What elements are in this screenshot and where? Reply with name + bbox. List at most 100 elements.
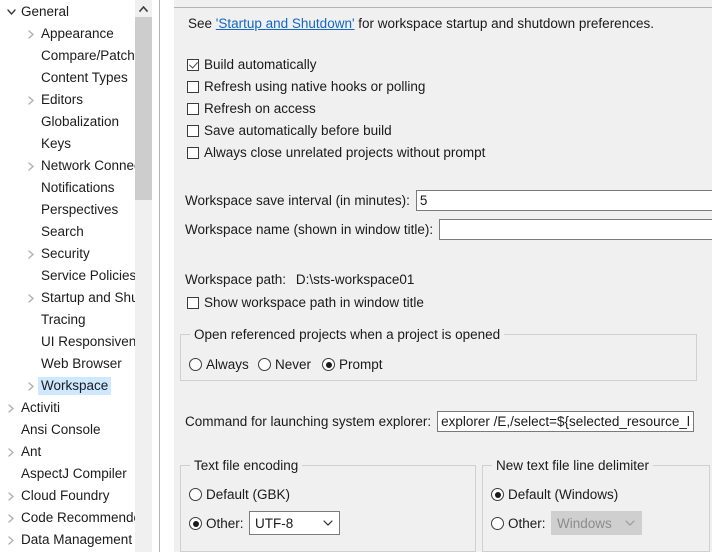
workspace-save-interval-row: Workspace save interval (in minutes): [185,190,712,211]
radio-circle[interactable] [189,488,202,501]
workspace-name-label: Workspace name (shown in window title): [185,222,434,237]
tree-item-label: Keys [41,136,72,151]
tree-item-aspectj-compiler[interactable]: AspectJ Compiler [0,463,152,485]
explorer-command-input[interactable] [437,411,695,432]
workspace-name-input[interactable] [439,219,712,240]
scrollbar-up-arrow-icon[interactable] [135,0,152,17]
tree-item-label: Editors [41,92,84,107]
tree-item-label: Globalization [41,114,120,129]
tree-vertical-scrollbar[interactable] [135,0,152,552]
radio-label: Always [206,357,249,372]
radio-circle[interactable] [189,358,202,371]
panel-divider[interactable] [152,0,174,552]
tree-item-label: Notifications [41,180,115,195]
checkbox-show-workspace-path[interactable]: Show workspace path in window title [187,295,424,310]
preferences-dialog: General Appearance Compare/Patch Content Ty… [0,0,712,552]
tree-item-security[interactable]: Security [0,243,152,265]
line-delimiter-group: New text file line delimiter Default (Wi… [482,458,710,552]
tree-item-general[interactable]: General [0,1,152,23]
tree-item-label: Data Management [21,532,133,547]
tree-item-perspectives[interactable]: Perspectives [0,199,152,221]
tree-item-keys[interactable]: Keys [0,133,152,155]
checkbox-build-automatically[interactable]: Build automatically [187,57,317,72]
chevron-right-icon[interactable] [4,447,18,457]
tree-item-activiti[interactable]: Activiti [0,397,152,419]
chevron-right-icon[interactable] [24,293,38,303]
checkbox-box[interactable] [187,296,199,309]
workspace-save-interval-input[interactable] [415,190,712,211]
radio-circle[interactable] [258,358,271,371]
explorer-command-label: Command for launching system explorer: [185,414,432,429]
checkbox-box[interactable] [187,80,199,93]
encoding-combo[interactable]: UTF-8 [249,511,340,535]
tree-item-editors[interactable]: Editors [0,89,152,111]
tree-item-label: Appearance [41,26,114,41]
radio-delimiter-other[interactable]: Other: [491,516,546,531]
preferences-tree[interactable]: General Appearance Compare/Patch Content Ty… [0,0,152,552]
tree-item-network-connections[interactable]: Network Connections [0,155,152,177]
radio-referenced-prompt[interactable]: Prompt [322,357,383,372]
chevron-right-icon[interactable] [24,95,38,105]
description-prefix: See [188,16,216,31]
workspace-path-value: D:\sts-workspace01 [295,272,415,287]
workspace-path-label: Workspace path: [185,272,287,287]
chevron-down-icon[interactable] [4,9,18,15]
tree-item-service-policies[interactable]: Service Policies [0,265,152,287]
delimiter-combo-value: Windows [557,515,612,531]
chevron-right-icon[interactable] [4,403,18,413]
checkbox-box[interactable] [187,146,199,159]
chevron-right-icon[interactable] [24,161,38,171]
tree-item-ant[interactable]: Ant [0,441,152,463]
checkbox-refresh-native-hooks[interactable]: Refresh using native hooks or polling [187,79,425,94]
radio-delimiter-default[interactable]: Default (Windows) [491,487,618,502]
chevron-right-icon[interactable] [24,249,38,259]
checkbox-box[interactable] [187,58,199,71]
tree-item-label: Compare/Patch [41,48,135,63]
tree-item-content-types[interactable]: Content Types [0,67,152,89]
tree-item-cloud-foundry[interactable]: Cloud Foundry [0,485,152,507]
tree-item-code-recommenders[interactable]: Code Recommenders [0,507,152,529]
group-title: Text file encoding [190,458,303,473]
tree-item-web-browser[interactable]: Web Browser [0,353,152,375]
chevron-right-icon[interactable] [4,491,18,501]
radio-circle[interactable] [491,517,504,530]
tree-item-tracing[interactable]: Tracing [0,309,152,331]
tree-item-ansi-console[interactable]: Ansi Console [0,419,152,441]
tree-item-appearance[interactable]: Appearance [0,23,152,45]
chevron-down-icon[interactable] [317,520,339,526]
radio-circle[interactable] [189,517,202,530]
checkbox-refresh-on-access[interactable]: Refresh on access [187,101,316,116]
chevron-right-icon[interactable] [24,381,38,391]
tree-item-globalization[interactable]: Globalization [0,111,152,133]
tree-item-startup-and-shutdown[interactable]: Startup and Shutdown [0,287,152,309]
chevron-right-icon[interactable] [24,29,38,39]
tree-item-label: General [21,4,70,19]
radio-referenced-never[interactable]: Never [258,357,311,372]
radio-circle[interactable] [491,488,504,501]
chevron-right-icon[interactable] [4,535,18,545]
tree-item-compare-patch[interactable]: Compare/Patch [0,45,152,67]
workspace-preference-page: See 'Startup and Shutdown' for workspace… [174,0,712,552]
tree-item-workspace[interactable]: Workspace [0,375,152,397]
chevron-right-icon[interactable] [4,513,18,523]
checkbox-close-unrelated-projects[interactable]: Always close unrelated projects without … [187,145,485,160]
radio-encoding-other[interactable]: Other: [189,516,244,531]
tree-item-ui-responsiveness-monitoring[interactable]: UI Responsiveness Monitoring [0,331,152,353]
tree-item-label: Perspectives [41,202,119,217]
radio-circle[interactable] [322,358,335,371]
startup-shutdown-link[interactable]: 'Startup and Shutdown' [216,16,355,31]
page-description: See 'Startup and Shutdown' for workspace… [188,16,654,31]
workspace-name-row: Workspace name (shown in window title): [185,219,712,240]
tree-item-label: Workspace [38,377,112,395]
radio-encoding-default[interactable]: Default (GBK) [189,487,290,502]
tree-item-search[interactable]: Search [0,221,152,243]
text-file-encoding-group: Text file encoding Default (GBK) Other: … [180,458,476,552]
checkbox-box[interactable] [187,102,199,115]
tree-item-data-management[interactable]: Data Management [0,529,152,551]
tree-item-notifications[interactable]: Notifications [0,177,152,199]
checkbox-box[interactable] [187,124,199,137]
radio-referenced-always[interactable]: Always [189,357,249,372]
scrollbar-thumb[interactable] [135,17,152,200]
checkbox-label: Refresh on access [204,101,316,116]
checkbox-save-before-build[interactable]: Save automatically before build [187,123,392,138]
